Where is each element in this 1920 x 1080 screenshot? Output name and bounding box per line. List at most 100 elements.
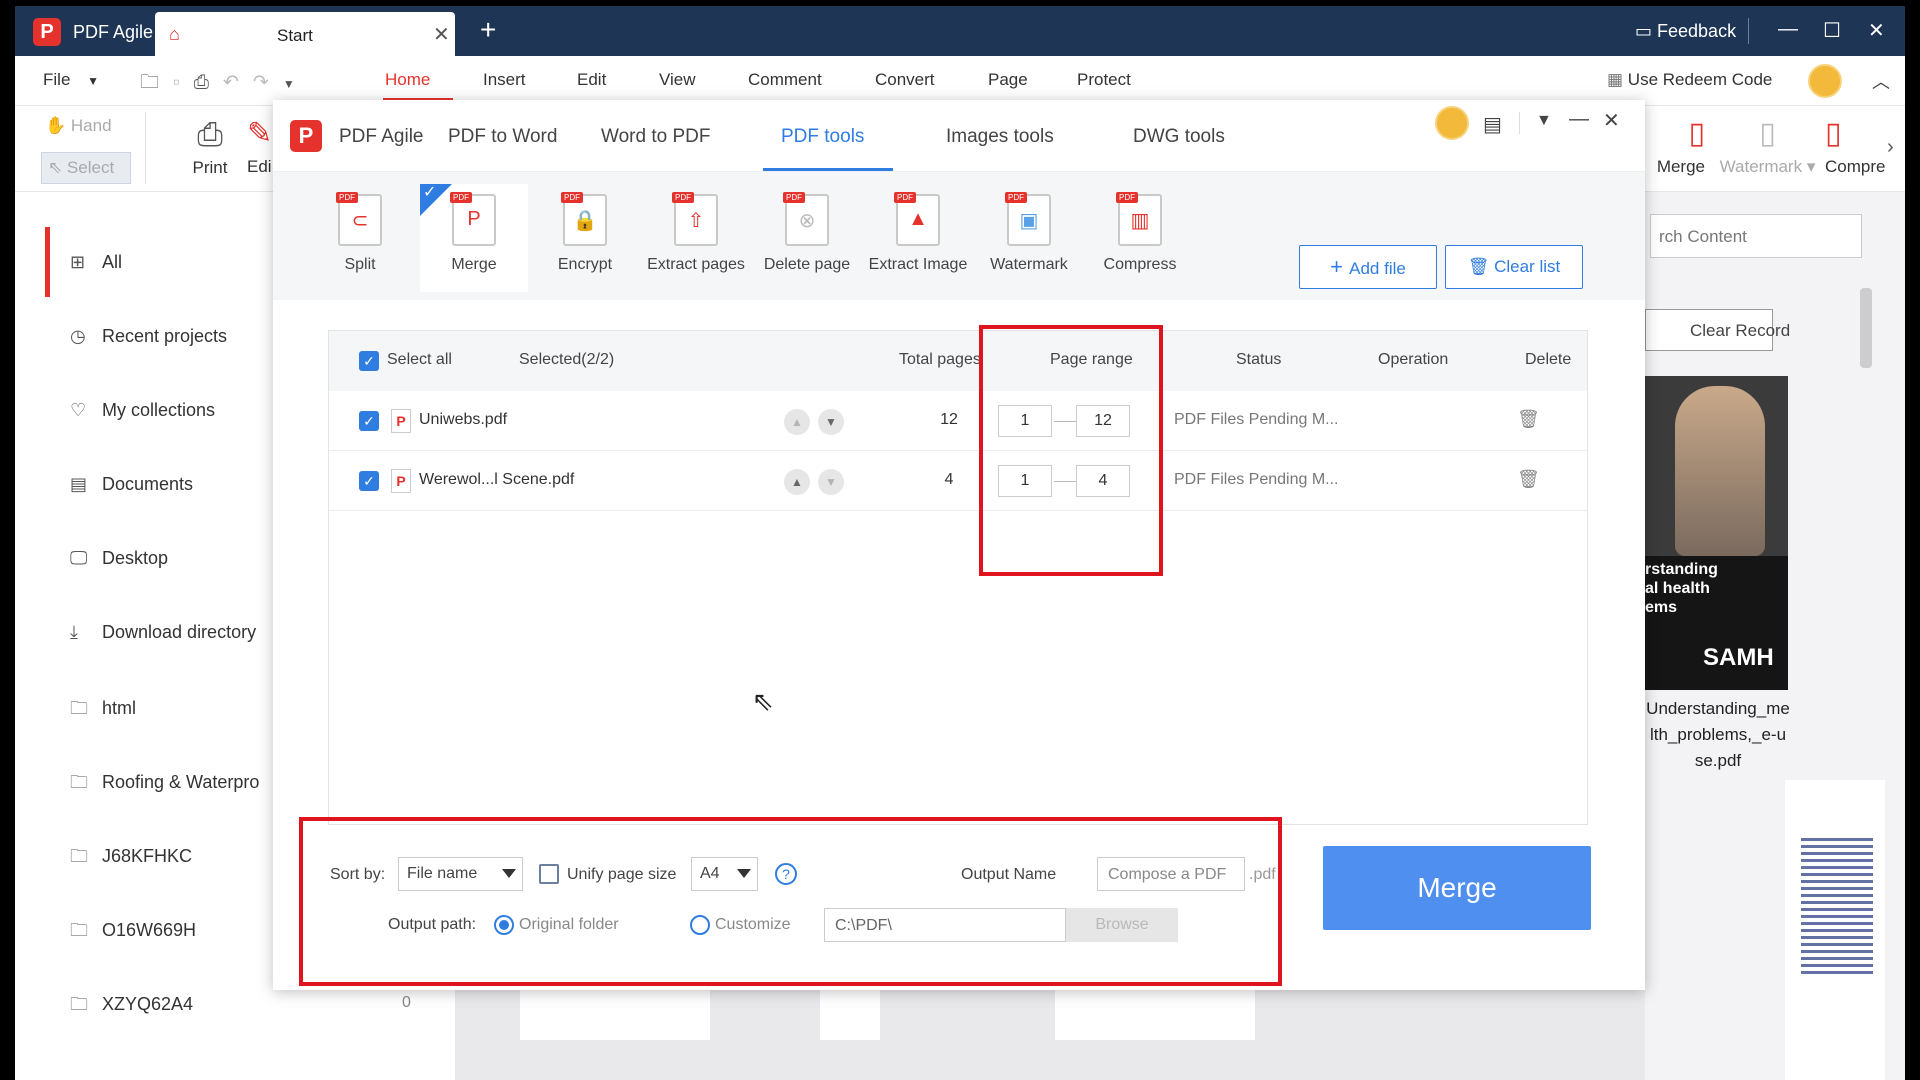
sidebar-item-o16w669h[interactable]: 🗀 O16W669H	[70, 918, 196, 948]
undo-icon[interactable]: ↶	[223, 72, 253, 93]
ribbon-scroll-right-icon[interactable]: ›	[1887, 136, 1894, 159]
file-thumbnail[interactable]: rstanding al health ems SAMH	[1645, 376, 1788, 690]
dialog-close-icon[interactable]: ✕	[1603, 108, 1620, 133]
tool-row: ⊂ Split ✓ P Merge 🔒 Encrypt ⇧ Extract pa…	[273, 172, 1645, 300]
select-tool[interactable]: ⇖ Select	[41, 152, 131, 184]
folder-count: 0	[402, 994, 411, 1011]
new-tab-icon[interactable]: +	[480, 14, 496, 46]
tab-pdf-agile[interactable]: PDF Agile	[339, 126, 423, 148]
menu-comment[interactable]: Comment	[748, 70, 822, 90]
sidebar-item-xzyq62a4[interactable]: 🗀 XZYQ62A4	[70, 992, 193, 1022]
clear-record-button[interactable]: Clear Record	[1645, 309, 1790, 351]
close-tab-icon[interactable]: ✕	[433, 22, 450, 47]
move-down-icon[interactable]: ▼	[818, 469, 844, 495]
menu-bar: File ▼ 🗀▫⎙↶↷▼ Home Insert Edit View Comm…	[15, 56, 1905, 106]
row-checkbox[interactable]: ✓	[359, 411, 379, 431]
tool-watermark[interactable]: ▣ Watermark	[975, 184, 1083, 292]
tool-encrypt[interactable]: 🔒 Encrypt	[531, 184, 639, 292]
watermark-ribbon-button[interactable]: ▯ Watermark ▾	[1715, 116, 1820, 177]
total-pages: 4	[944, 471, 954, 488]
dialog-user-avatar[interactable]	[1435, 106, 1469, 140]
tab-start[interactable]: ⌂ Start ✕	[155, 12, 455, 56]
sidebar-item-j68kfhkc[interactable]: 🗀 J68KFHKC	[70, 844, 192, 874]
menu-view[interactable]: View	[659, 70, 696, 90]
customize-icon[interactable]: ▼	[283, 77, 309, 91]
tab-pdf-tools-underline	[763, 168, 893, 171]
title-bar: P PDF Agile ⌂ Start ✕ + ▭ Feedback — ☐ ✕	[15, 6, 1905, 56]
sidebar-item-html[interactable]: 🗀 html	[70, 696, 136, 726]
sidebar-item-collections[interactable]: ♡ My collections	[70, 400, 215, 421]
trash-icon: 🗑	[1467, 257, 1495, 276]
collapse-ribbon-icon[interactable]: ︿	[1872, 68, 1890, 94]
file-thumbnail-card[interactable]	[1785, 780, 1885, 1080]
tab-pdf-tools[interactable]: PDF tools	[781, 126, 864, 148]
selected-count: Selected(2/2)	[519, 351, 615, 368]
merge-ribbon-label: Merge	[1656, 157, 1705, 176]
file-caption[interactable]: Understanding_me lth_problems,_e-u se.pd…	[1633, 696, 1803, 774]
move-down-icon[interactable]: ▼	[818, 409, 844, 435]
menu-insert[interactable]: Insert	[483, 70, 526, 90]
dialog-minimize-icon[interactable]: —	[1569, 108, 1589, 131]
user-avatar[interactable]	[1808, 64, 1842, 98]
sidebar-item-label: Desktop	[102, 548, 169, 568]
sidebar-item-recent[interactable]: ◷ Recent projects	[70, 326, 227, 347]
sidebar-item-all[interactable]: ⊞ All	[70, 252, 122, 273]
feedback-button[interactable]: ▭ Feedback	[1635, 21, 1736, 42]
menu-convert[interactable]: Convert	[875, 70, 935, 90]
print-icon[interactable]: ⎙	[194, 72, 223, 93]
save-icon[interactable]: ▫	[173, 72, 194, 93]
sidebar-item-label: O16W669H	[102, 920, 197, 940]
minimize-icon[interactable]: —	[1778, 18, 1798, 41]
menu-page[interactable]: Page	[988, 70, 1028, 90]
tool-split[interactable]: ⊂ Split	[306, 184, 414, 292]
delete-row-icon[interactable]: 🗑	[1517, 469, 1540, 490]
sidebar-item-download[interactable]: ⤓ Download directory	[70, 622, 256, 643]
tab-pdf-to-word[interactable]: PDF to Word	[448, 126, 557, 148]
sidebar-item-roofing[interactable]: 🗀 Roofing & Waterpro	[70, 770, 259, 800]
menu-edit[interactable]: Edit	[577, 70, 606, 90]
delete-row-icon[interactable]: 🗑	[1517, 409, 1540, 430]
sidebar-item-label: My collections	[102, 400, 216, 420]
tool-extract-image[interactable]: ▲ Extract Image	[864, 184, 972, 292]
desktop-icon: 🖵	[70, 548, 88, 568]
close-window-icon[interactable]: ✕	[1868, 18, 1885, 43]
clear-list-button[interactable]: 🗑 Clear list	[1445, 245, 1583, 289]
compress-ribbon-button[interactable]: ▯ Compre	[1825, 116, 1885, 177]
watermark-ribbon-icon: ▯	[1759, 117, 1776, 150]
merge-button[interactable]: Merge	[1323, 846, 1591, 930]
maximize-icon[interactable]: ☐	[1823, 18, 1841, 43]
tool-compress[interactable]: ▥ Compress	[1086, 184, 1194, 292]
redeem-code-button[interactable]: ▦ Use Redeem Code	[1607, 70, 1772, 90]
tool-delete-page[interactable]: ⊗ Delete page	[753, 184, 861, 292]
row-checkbox[interactable]: ✓	[359, 471, 379, 491]
titlebar-divider	[1748, 18, 1749, 44]
sidebar-item-desktop[interactable]: 🖵 Desktop	[70, 548, 168, 569]
compress-icon: ▥	[1116, 192, 1162, 246]
move-up-icon[interactable]: ▲	[784, 469, 810, 495]
sidebar-item-documents[interactable]: ▤ Documents	[70, 474, 193, 495]
tool-merge[interactable]: ✓ P Merge	[420, 184, 528, 292]
file-menu[interactable]: File ▼	[43, 70, 99, 90]
merge-ribbon-button[interactable]: ▯ Merge	[1645, 116, 1705, 177]
print-button[interactable]: ⎙ Print	[175, 116, 245, 178]
watermark-ribbon-label-wrap: Watermark ▾	[1719, 157, 1816, 176]
menu-protect[interactable]: Protect	[1077, 70, 1131, 90]
menu-dropdown-icon[interactable]: ▼	[1536, 112, 1552, 130]
pdf-file-icon: P	[391, 469, 411, 493]
sidebar-item-label: J68KFHKC	[102, 846, 193, 866]
open-folder-icon[interactable]: 🗀	[140, 72, 173, 93]
message-icon[interactable]: ▤	[1483, 112, 1502, 137]
select-all-checkbox[interactable]: ✓	[359, 351, 379, 371]
hand-tool[interactable]: ✋ Hand	[45, 116, 112, 136]
menu-home[interactable]: Home	[385, 70, 430, 90]
redo-icon[interactable]: ↷	[253, 72, 283, 93]
tab-word-to-pdf[interactable]: Word to PDF	[601, 126, 710, 148]
tab-dwg-tools[interactable]: DWG tools	[1133, 126, 1225, 148]
tool-extract-pages[interactable]: ⇧ Extract pages	[642, 184, 750, 292]
search-content-input[interactable]: rch Content	[1650, 214, 1862, 258]
add-file-button[interactable]: + Add file	[1299, 245, 1437, 289]
move-up-icon[interactable]: ▲	[784, 409, 810, 435]
tab-images-tools[interactable]: Images tools	[946, 126, 1054, 148]
scrollbar-thumb[interactable]	[1860, 288, 1872, 368]
download-icon: ⤓	[70, 622, 78, 642]
